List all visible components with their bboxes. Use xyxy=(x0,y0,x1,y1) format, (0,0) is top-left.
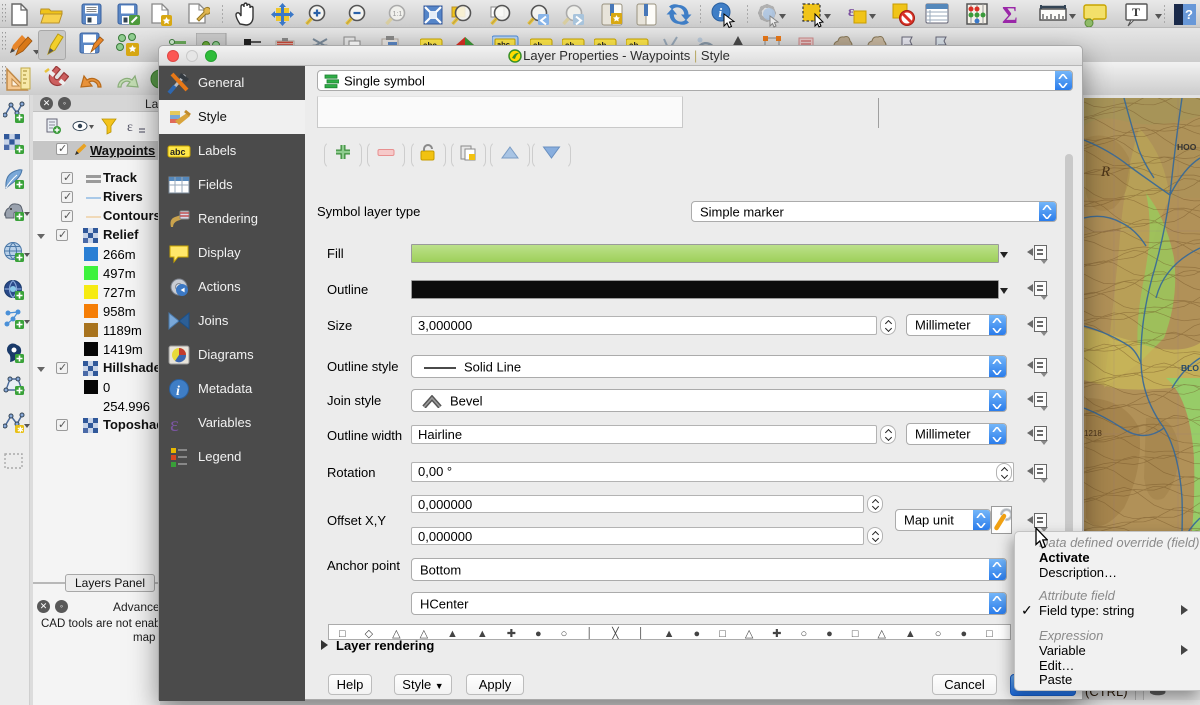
svg-text:ε: ε xyxy=(170,412,179,435)
svg-text:T: T xyxy=(1132,5,1140,19)
svg-text:ε: ε xyxy=(848,4,855,20)
svg-text:1218: 1218 xyxy=(1084,429,1102,438)
svg-text:1:1: 1:1 xyxy=(393,11,403,18)
svg-text:✱: ✱ xyxy=(17,426,24,435)
svg-text:BLO: BLO xyxy=(1181,363,1199,373)
svg-text:R: R xyxy=(1100,164,1110,180)
svg-text:HOO: HOO xyxy=(1177,142,1197,152)
svg-text:abc: abc xyxy=(170,147,186,157)
svg-text:?: ? xyxy=(1185,7,1193,22)
svg-text:i: i xyxy=(719,5,723,20)
svg-text:i: i xyxy=(176,384,180,399)
svg-text:ε: ε xyxy=(127,120,133,135)
svg-text:Σ: Σ xyxy=(1002,3,1018,27)
